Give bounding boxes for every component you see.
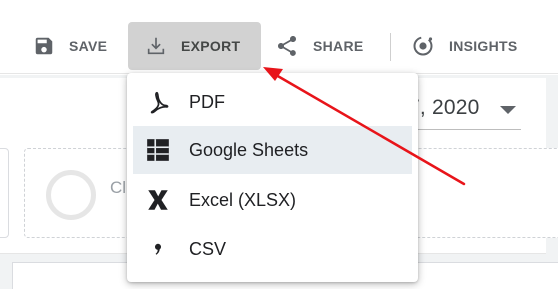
export-label: EXPORT bbox=[181, 38, 241, 54]
export-menu-item-pdf[interactable]: PDF bbox=[133, 78, 412, 126]
csv-label: CSV bbox=[189, 238, 227, 259]
toolbar: SAVE EXPORT SHARE INSIGHTS bbox=[0, 0, 558, 74]
google-sheets-label: Google Sheets bbox=[189, 139, 309, 160]
date-range-value[interactable]: 7, 2020 bbox=[408, 96, 479, 120]
toolbar-divider bbox=[390, 33, 391, 61]
excel-label: Excel (XLSX) bbox=[189, 189, 297, 210]
export-button[interactable]: EXPORT bbox=[128, 22, 261, 70]
export-menu-item-excel[interactable]: Excel (XLSX) bbox=[133, 176, 412, 224]
insights-icon bbox=[411, 34, 435, 58]
export-menu-item-csv[interactable]: CSV bbox=[133, 225, 412, 273]
chart-placeholder-label: Cl bbox=[110, 178, 127, 197]
google-sheets-icon bbox=[143, 135, 173, 165]
insights-button[interactable]: INSIGHTS bbox=[411, 22, 518, 70]
left-card-edge bbox=[0, 148, 9, 238]
date-field-underline bbox=[405, 129, 521, 130]
share-label: SHARE bbox=[313, 38, 364, 54]
share-icon bbox=[275, 34, 299, 58]
export-menu: PDF Google Sheets Excel (XLSX) CSV bbox=[127, 73, 418, 282]
app-window: 7, 2020 Cl SAVE EXPORT SHARE INSIGHTS PD… bbox=[0, 0, 558, 289]
save-label: SAVE bbox=[69, 38, 108, 54]
share-button[interactable]: SHARE bbox=[275, 22, 364, 70]
pdf-icon bbox=[143, 87, 173, 117]
save-icon bbox=[33, 35, 55, 57]
save-button[interactable]: SAVE bbox=[33, 22, 107, 70]
date-dropdown-arrow-icon[interactable] bbox=[500, 106, 516, 114]
csv-icon bbox=[143, 234, 173, 264]
pdf-label: PDF bbox=[189, 91, 225, 112]
export-menu-item-google-sheets[interactable]: Google Sheets bbox=[133, 126, 412, 174]
download-icon bbox=[145, 35, 167, 57]
insights-label: INSIGHTS bbox=[449, 38, 518, 54]
excel-icon bbox=[143, 185, 173, 215]
chart-ring-icon bbox=[46, 170, 96, 220]
